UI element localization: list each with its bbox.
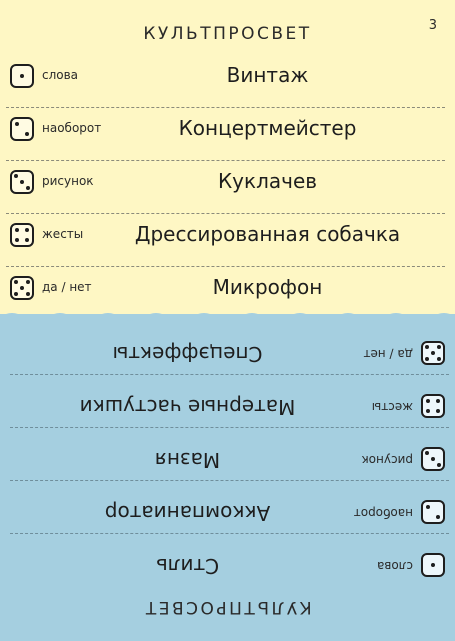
word-row: да / нет Спецэффекты	[0, 321, 455, 374]
die-pip	[26, 186, 30, 190]
word-row: наоборот Концертмейстер	[0, 108, 455, 161]
die-pip	[436, 399, 440, 403]
mode-label: наоборот	[353, 506, 413, 520]
die-pip	[426, 399, 430, 403]
die-pip	[15, 122, 19, 126]
die-pip	[15, 228, 19, 232]
word-row: наоборот Аккомпаниатор	[0, 480, 455, 533]
bottom-card-panel: КУЛЬТПРОСВЕТ слова Стиль наоборот Аккомп…	[0, 321, 455, 641]
die-pip	[15, 238, 19, 242]
die-pip	[14, 174, 18, 178]
die-pip	[426, 505, 430, 509]
mode-label: слова	[376, 559, 413, 573]
mode-label: рисунок	[361, 453, 413, 467]
word-text: Аккомпаниатор	[104, 501, 271, 525]
die-pip	[20, 74, 24, 78]
top-card-panel: КУЛЬТПРОСВЕТ 3 слова Винтаж наоборот Кон…	[0, 0, 455, 320]
die-pip	[14, 280, 18, 284]
die-three-icon	[421, 447, 445, 471]
die-two-icon	[421, 500, 445, 524]
category-title: КУЛЬТПРОСВЕТ	[143, 24, 312, 44]
word-row: да / нет Микрофон	[0, 267, 455, 320]
die-pip	[436, 409, 440, 413]
word-row: жесты Дрессированная собачка	[0, 214, 455, 267]
word-text: Спецэффекты	[112, 342, 263, 366]
dashed-divider	[10, 480, 449, 481]
die-pip	[26, 292, 30, 296]
mode-label: да / нет	[363, 347, 413, 361]
word-row: рисунок Мазня	[0, 427, 455, 480]
die-pip	[425, 451, 429, 455]
die-pip	[25, 132, 29, 136]
word-text: Стиль	[155, 554, 220, 578]
word-text: Микрофон	[212, 275, 323, 299]
die-four-icon	[10, 223, 34, 247]
die-pip	[437, 463, 441, 467]
die-pip	[431, 351, 435, 355]
die-two-icon	[10, 117, 34, 141]
die-pip	[431, 563, 435, 567]
word-row: слова Стиль	[0, 533, 455, 586]
dashed-divider	[10, 427, 449, 428]
die-pip	[20, 286, 24, 290]
game-card: КУЛЬТПРОСВЕТ 3 слова Винтаж наоборот Кон…	[0, 0, 455, 641]
category-title: КУЛЬТПРОСВЕТ	[143, 597, 312, 617]
word-text: Винтаж	[226, 63, 309, 87]
die-pip	[25, 238, 29, 242]
mode-label: жесты	[42, 227, 84, 241]
word-text: Матерные частушки	[79, 395, 296, 419]
word-row: рисунок Куклачев	[0, 161, 455, 214]
die-pip	[431, 457, 435, 461]
mode-label: слова	[42, 68, 79, 82]
die-pip	[426, 409, 430, 413]
dashed-divider	[10, 533, 449, 534]
word-row: слова Винтаж	[0, 55, 455, 108]
dashed-divider	[10, 374, 449, 375]
die-five-icon	[421, 341, 445, 365]
mode-label: жесты	[371, 400, 413, 414]
die-pip	[425, 345, 429, 349]
die-four-icon	[421, 394, 445, 418]
die-one-icon	[10, 64, 34, 88]
word-row: жесты Матерные частушки	[0, 374, 455, 427]
die-pip	[20, 180, 24, 184]
die-five-icon	[10, 276, 34, 300]
mode-label: да / нет	[42, 280, 92, 294]
die-one-icon	[421, 553, 445, 577]
page-number: 3	[428, 18, 437, 33]
die-pip	[437, 357, 441, 361]
word-text: Куклачев	[217, 169, 318, 193]
die-pip	[26, 280, 30, 284]
die-pip	[437, 345, 441, 349]
die-pip	[14, 292, 18, 296]
die-three-icon	[10, 170, 34, 194]
mode-label: рисунок	[42, 174, 94, 188]
die-pip	[425, 357, 429, 361]
die-pip	[25, 228, 29, 232]
die-pip	[436, 515, 440, 519]
mode-label: наоборот	[42, 121, 102, 135]
word-text: Дрессированная собачка	[134, 222, 401, 246]
word-text: Концертмейстер	[178, 116, 357, 140]
word-text: Мазня	[154, 448, 221, 472]
